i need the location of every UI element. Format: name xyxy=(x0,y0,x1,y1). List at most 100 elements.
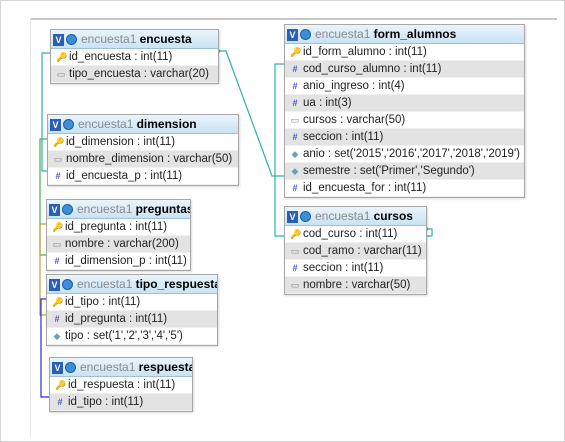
field-label: nombre_dimension : varchar(50) xyxy=(66,153,233,165)
table-name: encuesta xyxy=(139,32,192,46)
table-respuesta[interactable]: Vencuesta1 respuesta 🔑 id_respuesta : int… xyxy=(49,357,193,412)
toggle-columns-icon[interactable]: V xyxy=(49,278,60,291)
text-field-icon: ▭ xyxy=(290,115,300,125)
table-encuesta[interactable]: Vencuesta1 encuesta 🔑 id_encuesta : int(1… xyxy=(50,29,219,84)
field-label: id_dimension_p : int(11) xyxy=(65,255,187,267)
field-label: tipo : set('1','2','3','4','5') xyxy=(65,330,183,342)
table-name: tipo_respuesta xyxy=(135,277,217,291)
field-row[interactable]: # id_tipo : int(11) xyxy=(50,394,192,411)
field-row[interactable]: ▭ cursos : varchar(50) xyxy=(285,112,524,129)
field-label: id_tipo : int(11) xyxy=(65,296,141,308)
gear-icon[interactable] xyxy=(63,119,74,131)
field-row[interactable]: ◆ anio : set('2015','2016','2017','2018',… xyxy=(285,146,524,163)
gear-icon[interactable] xyxy=(62,279,73,291)
database-name: encuesta1 xyxy=(77,277,133,291)
key-icon: 🔑 xyxy=(52,222,64,232)
table-header[interactable]: Vencuesta1 encuesta xyxy=(51,30,218,49)
field-label: seccion : int(11) xyxy=(303,131,384,143)
field-row[interactable]: # id_encuesta_p : int(11) xyxy=(48,168,238,185)
table-tipo-respuesta[interactable]: Vencuesta1 tipo_respuesta 🔑 id_tipo : int… xyxy=(46,274,218,346)
toggle-columns-icon[interactable]: V xyxy=(49,203,60,216)
table-header[interactable]: Vencuesta1 dimension xyxy=(48,115,238,134)
gear-icon[interactable] xyxy=(66,34,77,46)
key-icon: 🔑 xyxy=(290,47,302,57)
field-row[interactable]: ▭ nombre_dimension : varchar(50) xyxy=(48,151,238,168)
field-label: id_encuesta_for : int(11) xyxy=(303,182,427,194)
field-row[interactable]: 🔑 cod_curso : int(11) xyxy=(285,226,426,243)
field-label: tipo_encuesta : varchar(20) xyxy=(69,68,209,80)
field-label: cursos : varchar(50) xyxy=(303,114,406,126)
toggle-columns-icon[interactable]: V xyxy=(52,361,63,374)
field-row[interactable]: ▭ nombre : varchar(50) xyxy=(285,277,426,294)
field-row[interactable]: 🔑 id_encuesta : int(11) xyxy=(51,49,218,66)
toggle-columns-icon[interactable]: V xyxy=(50,118,61,131)
gear-icon[interactable] xyxy=(300,211,311,223)
gear-icon[interactable] xyxy=(62,204,73,216)
field-label: id_respuesta : int(11) xyxy=(68,379,176,391)
gear-icon[interactable] xyxy=(65,362,76,374)
key-icon: 🔑 xyxy=(290,229,302,239)
text-field-icon: ▭ xyxy=(53,154,63,164)
field-label: id_encuesta_p : int(11) xyxy=(66,170,183,182)
field-row[interactable]: # ua : int(3) xyxy=(285,95,524,112)
field-row[interactable]: ▭ tipo_encuesta : varchar(20) xyxy=(51,66,218,83)
table-header[interactable]: Vencuesta1 cursos xyxy=(285,207,426,226)
field-row[interactable]: ◆ tipo : set('1','2','3','4','5') xyxy=(47,328,217,345)
field-label: semestre : set('Primer','Segundo') xyxy=(303,165,475,177)
field-label: id_dimension : int(11) xyxy=(66,136,176,148)
key-icon: 🔑 xyxy=(52,297,64,307)
table-name: respuesta xyxy=(138,360,192,374)
field-row[interactable]: 🔑 id_pregunta : int(11) xyxy=(47,219,190,236)
set-field-icon: ◆ xyxy=(53,331,61,341)
key-icon: 🔑 xyxy=(56,52,68,62)
field-row[interactable]: # seccion : int(11) xyxy=(285,260,426,277)
database-name: encuesta1 xyxy=(77,202,133,216)
database-name: encuesta1 xyxy=(80,360,136,374)
numeric-field-icon: # xyxy=(54,256,60,266)
numeric-field-icon: # xyxy=(292,132,298,142)
toggle-columns-icon[interactable]: V xyxy=(53,33,64,46)
database-name: encuesta1 xyxy=(78,117,134,131)
numeric-field-icon: # xyxy=(292,81,298,91)
field-row[interactable]: # seccion : int(11) xyxy=(285,129,524,146)
database-name: encuesta1 xyxy=(81,32,137,46)
field-row[interactable]: # id_pregunta : int(11) xyxy=(47,311,217,328)
table-header[interactable]: Vencuesta1 tipo_respuesta xyxy=(47,275,217,294)
field-label: id_form_alumno : int(11) xyxy=(303,46,427,58)
table-name: dimension xyxy=(136,117,197,131)
field-row[interactable]: ▭ nombre : varchar(200) xyxy=(47,236,190,253)
field-row[interactable]: 🔑 id_form_alumno : int(11) xyxy=(285,44,524,61)
toggle-columns-icon[interactable]: V xyxy=(287,28,298,41)
table-cursos[interactable]: Vencuesta1 cursos 🔑 cod_curso : int(11) ▭… xyxy=(284,206,427,295)
field-row[interactable]: # cod_curso_alumno : int(11) xyxy=(285,61,524,78)
numeric-field-icon: # xyxy=(57,397,63,407)
table-header[interactable]: Vencuesta1 respuesta xyxy=(50,358,192,377)
gear-icon[interactable] xyxy=(300,29,311,41)
field-label: nombre : varchar(50) xyxy=(303,279,411,291)
field-row[interactable]: 🔑 id_tipo : int(11) xyxy=(47,294,217,311)
toggle-columns-icon[interactable]: V xyxy=(287,210,298,223)
field-label: anio : set('2015','2016','2017','2018','… xyxy=(303,148,520,160)
field-label: id_tipo : int(11) xyxy=(68,396,144,408)
key-icon: 🔑 xyxy=(55,380,67,390)
numeric-field-icon: # xyxy=(292,98,298,108)
table-header[interactable]: Vencuesta1 preguntas xyxy=(47,200,190,219)
field-row[interactable]: 🔑 id_dimension : int(11) xyxy=(48,134,238,151)
table-name: preguntas xyxy=(135,202,190,216)
table-form-alumnos[interactable]: Vencuesta1 form_alumnos 🔑 id_form_alumno … xyxy=(284,24,525,198)
table-preguntas[interactable]: Vencuesta1 preguntas 🔑 id_pregunta : int(… xyxy=(46,199,191,271)
field-row[interactable]: # id_encuesta_for : int(11) xyxy=(285,180,524,197)
text-field-icon: ▭ xyxy=(290,246,300,256)
field-row[interactable]: 🔑 id_respuesta : int(11) xyxy=(50,377,192,394)
field-row[interactable]: ◆ semestre : set('Primer','Segundo') xyxy=(285,163,524,180)
field-label: id_encuesta : int(11) xyxy=(69,51,173,63)
field-row[interactable]: # id_dimension_p : int(11) xyxy=(47,253,190,270)
field-label: nombre : varchar(200) xyxy=(65,238,179,250)
numeric-field-icon: # xyxy=(292,64,298,74)
table-header[interactable]: Vencuesta1 form_alumnos xyxy=(285,25,524,44)
table-dimension[interactable]: Vencuesta1 dimension 🔑 id_dimension : int… xyxy=(47,114,239,186)
text-field-icon: ▭ xyxy=(56,69,66,79)
field-row[interactable]: # anio_ingreso : int(4) xyxy=(285,78,524,95)
table-name: form_alumnos xyxy=(373,27,457,41)
field-row[interactable]: ▭ cod_ramo : varchar(11) xyxy=(285,243,426,260)
